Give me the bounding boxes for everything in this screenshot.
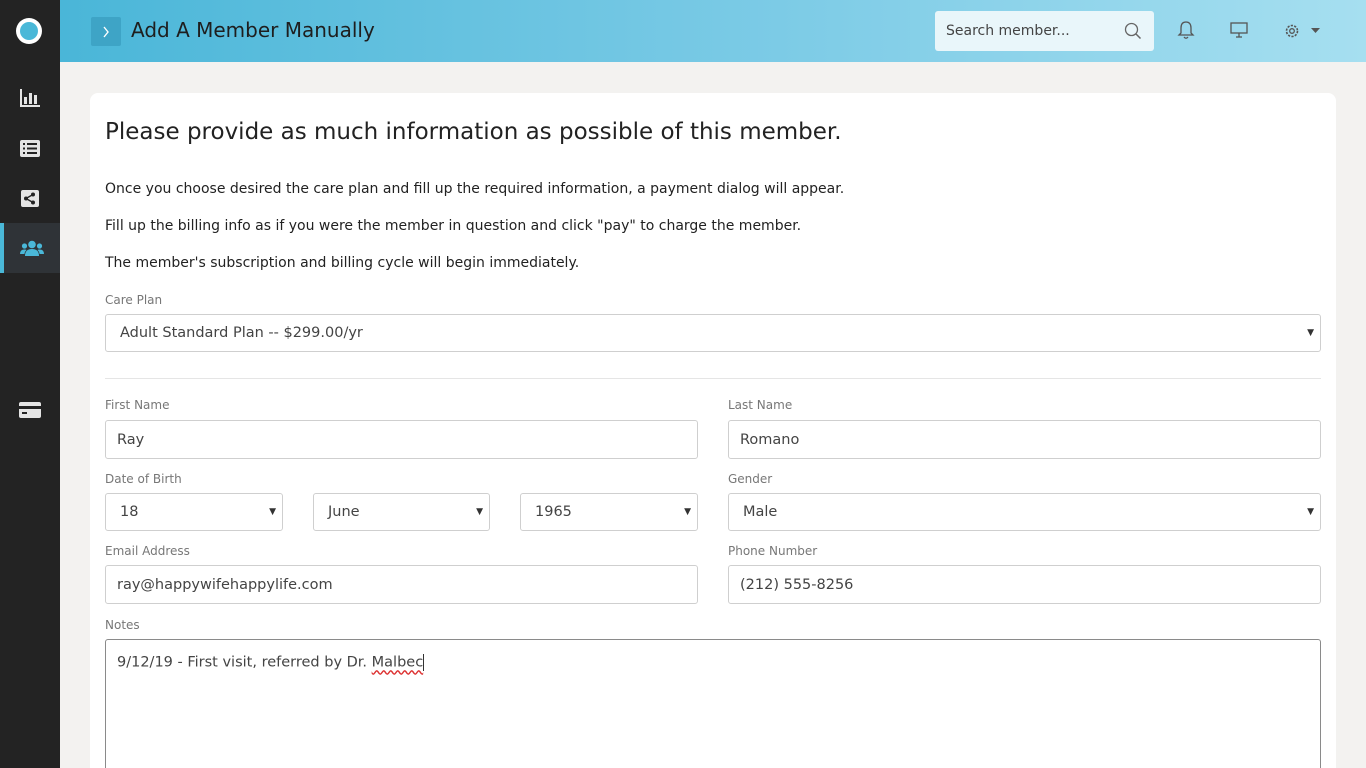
- sidebar-item-members[interactable]: [0, 223, 60, 273]
- dropdown-arrow-icon: ▼: [269, 507, 276, 517]
- share-icon: [21, 189, 39, 207]
- dob-year-value: 1965: [535, 504, 572, 520]
- instruction-text: Fill up the billing info as if you were …: [105, 218, 802, 234]
- text-cursor: [423, 654, 425, 671]
- dob-month-select[interactable]: June ▼: [313, 493, 490, 531]
- email-value: ray@happywifehappylife.com: [117, 576, 333, 593]
- list-icon: [20, 139, 40, 157]
- care-plan-label: Care Plan: [105, 293, 163, 307]
- dob-month-value: June: [328, 504, 360, 520]
- app-logo[interactable]: [16, 18, 42, 44]
- bell-icon[interactable]: [1177, 20, 1195, 40]
- sidebar-item-dashboard[interactable]: [0, 73, 60, 123]
- instruction-text: The member's subscription and billing cy…: [105, 255, 580, 271]
- credit-card-icon: [19, 402, 41, 418]
- sidebar: [0, 0, 60, 768]
- email-field[interactable]: ray@happywifehappylife.com: [105, 565, 698, 604]
- caret-down-icon[interactable]: [1311, 28, 1320, 33]
- notes-misspelled-word: Malbec: [371, 654, 424, 671]
- add-member-card: Please provide as much information as po…: [90, 93, 1336, 768]
- last-name-value: Romano: [740, 431, 800, 448]
- dob-day-select[interactable]: 18 ▼: [105, 493, 283, 531]
- member-search[interactable]: [935, 11, 1154, 51]
- notes-text: 9/12/19 - First visit, referred by Dr.: [117, 654, 372, 671]
- sidebar-item-billing[interactable]: [0, 385, 60, 435]
- gender-label: Gender: [728, 472, 773, 486]
- top-header: Add A Member Manually: [60, 0, 1366, 62]
- last-name-field[interactable]: Romano: [728, 420, 1321, 459]
- users-icon: [20, 240, 44, 256]
- gender-value: Male: [743, 504, 778, 520]
- divider: [105, 378, 1321, 379]
- gender-select[interactable]: Male ▼: [728, 493, 1321, 531]
- notes-textarea[interactable]: 9/12/19 - First visit, referred by Dr. M…: [105, 639, 1321, 768]
- notes-label: Notes: [105, 618, 140, 632]
- search-input[interactable]: [935, 11, 1115, 51]
- dropdown-arrow-icon: ▼: [684, 507, 691, 517]
- instruction-text: Once you choose desired the care plan an…: [105, 181, 845, 197]
- dob-year-select[interactable]: 1965 ▼: [520, 493, 698, 531]
- page-title: Add A Member Manually: [131, 18, 375, 42]
- phone-label: Phone Number: [728, 544, 818, 558]
- dob-day-value: 18: [120, 504, 139, 520]
- phone-value: (212) 555-8256: [740, 576, 854, 593]
- dob-label: Date of Birth: [105, 472, 182, 486]
- care-plan-value: Adult Standard Plan -- $299.00/yr: [120, 325, 363, 341]
- dropdown-arrow-icon: ▼: [1307, 328, 1314, 338]
- bar-chart-icon: [20, 89, 40, 107]
- sidebar-item-list[interactable]: [0, 123, 60, 173]
- first-name-label: First Name: [105, 398, 170, 412]
- phone-field[interactable]: (212) 555-8256: [728, 565, 1321, 604]
- dropdown-arrow-icon: ▼: [1307, 507, 1314, 517]
- monitor-icon[interactable]: [1230, 22, 1248, 38]
- email-label: Email Address: [105, 544, 190, 558]
- first-name-value: Ray: [117, 431, 145, 448]
- sidebar-item-share[interactable]: [0, 173, 60, 223]
- chevron-right-icon: [103, 26, 109, 37]
- care-plan-select[interactable]: Adult Standard Plan -- $299.00/yr ▼: [105, 314, 1321, 352]
- tooth-logo-icon: [20, 22, 38, 40]
- form-heading: Please provide as much information as po…: [105, 119, 842, 145]
- sidebar-toggle-button[interactable]: [91, 17, 121, 46]
- first-name-field[interactable]: Ray: [105, 420, 698, 459]
- last-name-label: Last Name: [728, 398, 793, 412]
- search-icon[interactable]: [1124, 22, 1142, 40]
- dropdown-arrow-icon: ▼: [476, 507, 483, 517]
- gear-icon[interactable]: [1283, 22, 1301, 40]
